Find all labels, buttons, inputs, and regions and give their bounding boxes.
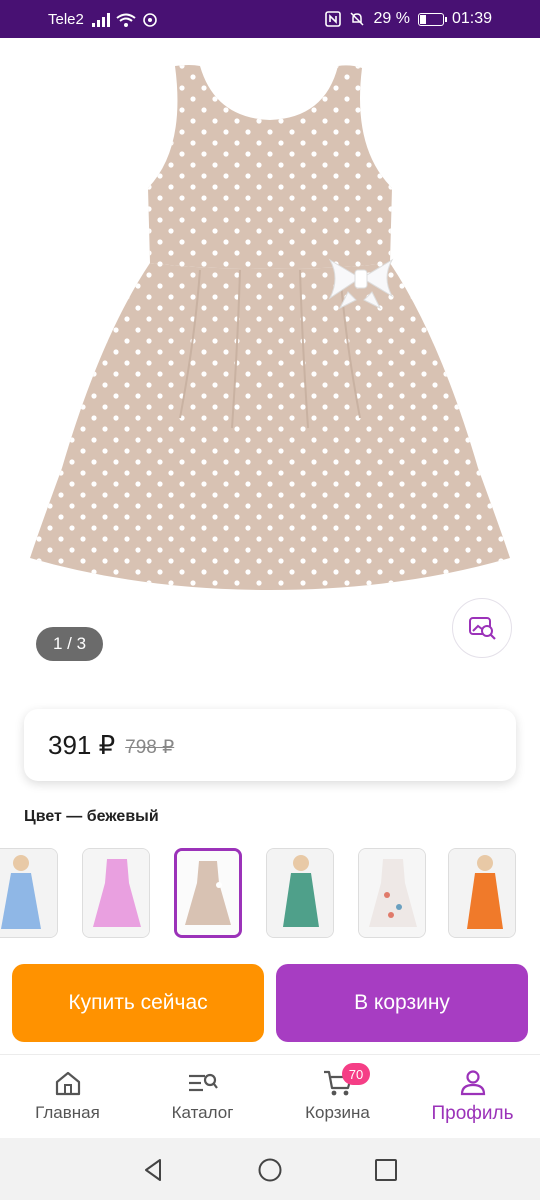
thumbnail-blue[interactable]: [0, 848, 58, 938]
nav-home-label: Главная: [35, 1103, 100, 1122]
signal-icons: [92, 12, 158, 28]
thumbnail-floral[interactable]: [358, 848, 426, 938]
nav-catalog-label: Каталог: [171, 1103, 234, 1122]
nav-cart-label: Корзина: [305, 1103, 370, 1122]
old-price: 798 ₽: [125, 736, 175, 758]
back-icon[interactable]: [140, 1156, 168, 1184]
nfc-icon: [325, 11, 342, 27]
nav-profile[interactable]: Профиль: [405, 1055, 540, 1139]
battery-percent: 29 %: [373, 10, 410, 27]
signal-icon: [92, 13, 110, 27]
buy-now-button[interactable]: Купить сейчас: [12, 964, 264, 1042]
home-system-icon[interactable]: [256, 1156, 284, 1184]
image-search-button[interactable]: [452, 598, 512, 658]
color-label: Цвет — бежевый: [24, 808, 159, 825]
battery-icon: [417, 12, 447, 26]
thumbnail-beige[interactable]: [174, 848, 242, 938]
nav-profile-label: Профиль: [431, 1103, 514, 1124]
recents-icon[interactable]: [372, 1156, 400, 1184]
bottom-navigation: Главная Каталог 70 Корзина Профиль: [0, 1054, 540, 1138]
home-icon: [55, 1071, 80, 1096]
nav-home[interactable]: Главная: [0, 1055, 135, 1139]
image-counter: 1 / 3: [36, 627, 103, 661]
catalog-icon: [188, 1073, 218, 1092]
dress-thumbnail: [359, 849, 425, 937]
system-navigation: [0, 1138, 540, 1200]
product-page: Tele2 29 % 01:39 1 / 3 391 ₽ 798 ₽ Цвет …: [0, 0, 540, 1200]
thumbnail-orange[interactable]: [448, 848, 516, 938]
nav-catalog[interactable]: Каталог: [135, 1055, 270, 1139]
add-to-cart-button[interactable]: В корзину: [276, 964, 528, 1042]
dress-thumbnail: [83, 849, 149, 937]
nav-cart[interactable]: 70 Корзина: [270, 1055, 405, 1139]
thumbnail-green[interactable]: [266, 848, 334, 938]
status-right: 29 % 01:39: [325, 10, 492, 28]
current-price: 391 ₽: [48, 729, 116, 760]
dress-thumbnail: [267, 849, 333, 937]
dress-thumbnail: [449, 849, 515, 937]
carrier-name: Tele2: [48, 11, 84, 28]
color-thumbnails: [0, 848, 540, 938]
profile-icon: [460, 1070, 485, 1096]
hotspot-icon: [143, 13, 157, 27]
product-image[interactable]: [0, 38, 540, 698]
thumbnail-pink[interactable]: [82, 848, 150, 938]
cart-badge: 70: [342, 1063, 370, 1085]
price-card: 391 ₽ 798 ₽: [24, 709, 516, 781]
battery-fill: [419, 14, 427, 24]
wifi-icon: [116, 13, 136, 27]
dress-thumbnail: [0, 849, 57, 937]
image-search-icon: [469, 617, 496, 640]
clock: 01:39: [451, 10, 492, 27]
mute-bell-icon: [350, 12, 365, 26]
status-bar: Tele2 29 % 01:39: [0, 0, 540, 38]
dress-image: [30, 65, 510, 590]
dress-thumbnail: [177, 851, 239, 935]
